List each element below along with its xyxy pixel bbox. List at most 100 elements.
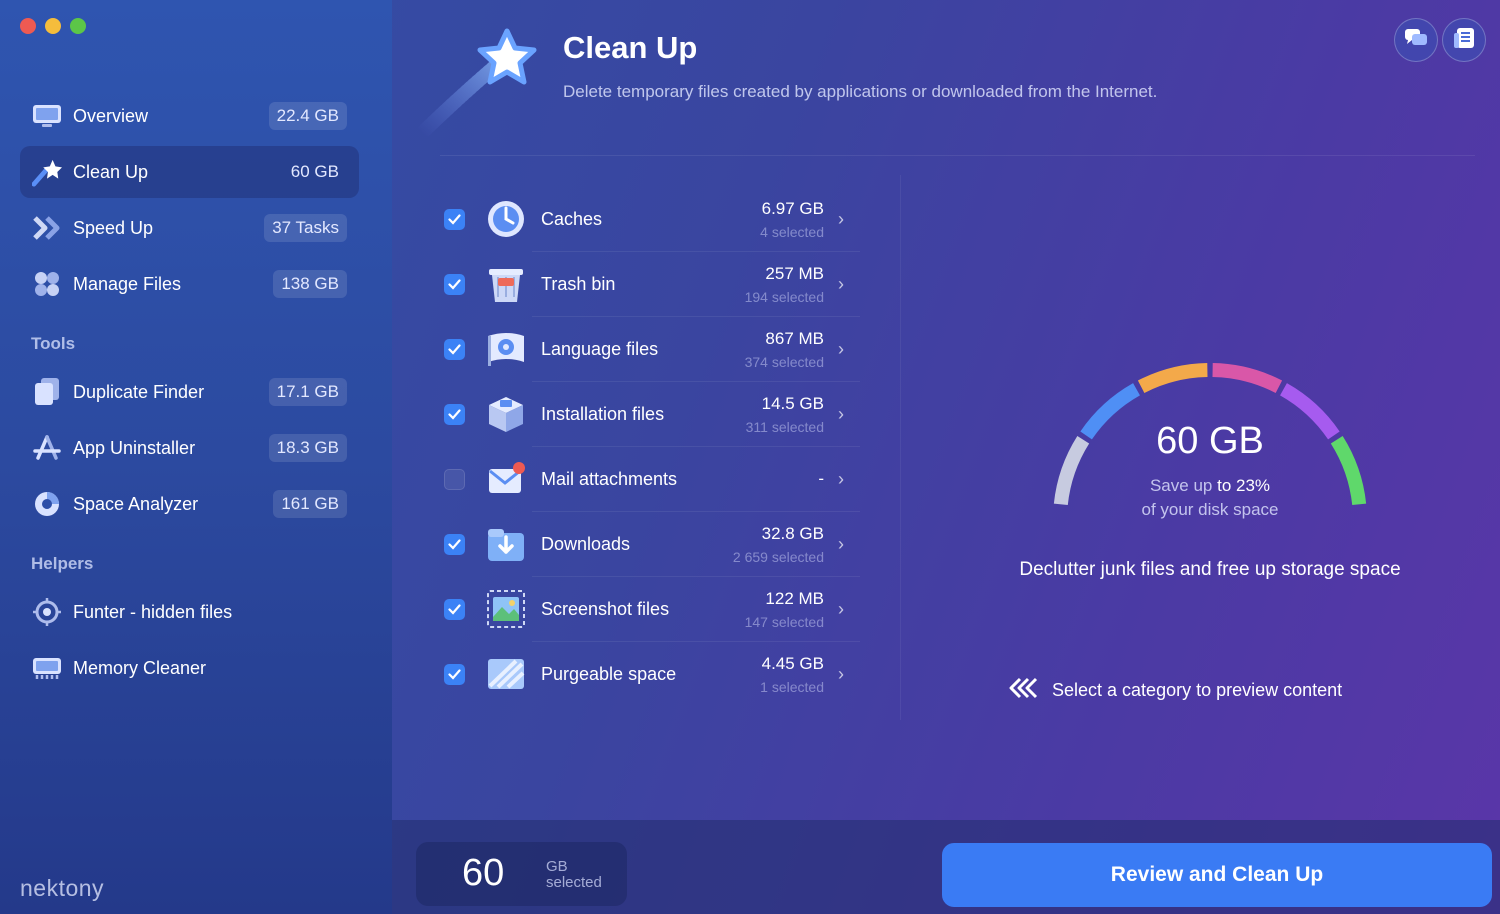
chevron-right-icon[interactable]: › — [838, 339, 848, 360]
purgeable-space-checkbox[interactable] — [444, 663, 465, 685]
sidebar-item-label: Memory Cleaner — [73, 657, 207, 678]
category-size: 14.5 GB 311 selected — [746, 394, 824, 435]
category-row-purgeable-space[interactable]: Purgeable space 4.45 GB 1 selected › — [440, 642, 860, 706]
chevron-right-icon[interactable]: › — [838, 274, 848, 295]
mail-icon — [485, 458, 527, 500]
selected-size-unit: GB selected — [546, 859, 602, 891]
downloads-checkbox[interactable] — [444, 533, 465, 555]
category-label: Purgeable space — [541, 663, 677, 684]
chevron-right-icon[interactable]: › — [838, 404, 848, 425]
chevron-right-icon[interactable]: › — [838, 664, 848, 685]
category-row-downloads[interactable]: Downloads 32.8 GB 2 659 selected › — [440, 512, 860, 576]
chevron-right-icon[interactable]: › — [838, 209, 848, 230]
category-size: 257 MB 194 selected — [745, 264, 824, 305]
sidebar-item-funter[interactable]: Funter - hidden files — [20, 586, 359, 638]
category-label: Language files — [541, 338, 659, 359]
gauge-segment — [1137, 363, 1208, 394]
category-label: Installation files — [541, 403, 665, 424]
sidebar-item-label: Space Analyzer — [73, 493, 199, 514]
category-label: Trash bin — [541, 273, 616, 294]
pie-chart-icon — [32, 489, 62, 519]
size-badge: 60 GB — [290, 162, 339, 181]
chat-bubbles-icon — [1404, 28, 1428, 53]
trash-bin-checkbox[interactable] — [444, 273, 465, 295]
category-selected-count: 1 selected — [760, 678, 824, 695]
selected-unit: GB — [546, 858, 568, 875]
sidebar-item-memory-cleaner[interactable]: Memory Cleaner — [20, 642, 359, 694]
close-window-button[interactable] — [20, 18, 36, 34]
helpers-section-title: Helpers — [31, 554, 94, 573]
sidebar: Overview 22.4 GB Clean Up 60 GB Speed Up… — [0, 0, 392, 914]
category-size: - — [818, 469, 824, 489]
sidebar-item-speed-up[interactable]: Speed Up 37 Tasks — [20, 202, 359, 254]
sidebar-item-app-uninstaller[interactable]: App Uninstaller 18.3 GB — [20, 422, 359, 474]
minimize-window-button[interactable] — [45, 18, 61, 34]
newspaper-icon — [1453, 27, 1475, 54]
sidebar-item-manage-files[interactable]: Manage Files 138 GB — [20, 258, 359, 310]
sidebar-item-clean-up[interactable]: Clean Up 60 GB — [20, 146, 359, 198]
installation-files-checkbox[interactable] — [444, 403, 465, 425]
category-size-value: 867 MB — [765, 328, 824, 348]
gauge-segment — [1212, 363, 1283, 394]
declutter-text: Declutter junk files and free up storage… — [1019, 559, 1401, 580]
category-size-value: 14.5 GB — [761, 393, 824, 413]
category-row-installation-files[interactable]: Installation files 14.5 GB 311 selected … — [440, 382, 860, 446]
category-row-mail-attachments[interactable]: Mail attachments - › — [440, 447, 860, 511]
category-row-screenshot-files[interactable]: Screenshot files 122 MB 147 selected › — [440, 577, 860, 641]
chevron-right-icon[interactable]: › — [838, 534, 848, 555]
language-flag-icon — [485, 328, 527, 370]
sidebar-item-label: Clean Up — [73, 161, 149, 182]
news-button[interactable] — [1442, 18, 1486, 62]
category-size: 4.45 GB 1 selected — [760, 654, 824, 695]
caches-checkbox[interactable] — [444, 208, 465, 230]
panel-divider — [900, 175, 901, 720]
language-files-checkbox[interactable] — [444, 338, 465, 360]
chevron-right-icon[interactable]: › — [838, 599, 848, 620]
category-label: Caches — [541, 208, 603, 229]
sidebar-item-label: Duplicate Finder — [73, 381, 205, 402]
category-selected-count: 4 selected — [760, 223, 824, 240]
window-controls — [20, 18, 86, 34]
size-badge: 138 GB — [273, 270, 347, 298]
purgeable-icon — [485, 653, 527, 695]
category-selected-count: 194 selected — [744, 288, 824, 305]
mail-attachments-checkbox[interactable] — [444, 468, 465, 490]
category-size-value: 32.8 GB — [761, 523, 824, 543]
chevron-right-icon[interactable]: › — [838, 469, 848, 490]
sidebar-item-duplicate-finder[interactable]: Duplicate Finder 17.1 GB — [20, 366, 359, 418]
category-selected-count: 311 selected — [745, 418, 824, 435]
tools-section-title: Tools — [31, 334, 76, 353]
downloads-icon — [485, 523, 527, 565]
category-selected-count: 2 659 selected — [732, 548, 824, 565]
category-size-value: 122 MB — [765, 588, 824, 608]
sidebar-item-overview[interactable]: Overview 22.4 GB — [20, 90, 359, 142]
zoom-window-button[interactable] — [70, 18, 86, 34]
category-selected-count: 147 selected — [744, 613, 824, 630]
selected-label: selected — [546, 874, 602, 891]
shooting-star-icon — [32, 157, 62, 187]
category-size-value: 4.45 GB — [761, 653, 824, 673]
speed-chevrons-icon — [32, 213, 62, 243]
category-row-trash-bin[interactable]: Trash bin 257 MB 194 selected › — [440, 252, 860, 316]
screenshot-files-checkbox[interactable] — [444, 598, 465, 620]
review-and-clean-up-button[interactable]: Review and Clean Up — [942, 843, 1492, 907]
screenshot-icon — [485, 588, 527, 630]
app-window: Overview 22.4 GB Clean Up 60 GB Speed Up… — [0, 0, 1500, 914]
sidebar-item-space-analyzer[interactable]: Space Analyzer 161 GB — [20, 478, 359, 530]
eye-target-icon — [32, 597, 62, 627]
monitor-icon — [32, 101, 62, 131]
double-chevron-left-icon — [1008, 677, 1040, 704]
page-title: Clean Up — [563, 30, 698, 65]
select-category-hint: Select a category to preview content — [1008, 677, 1342, 704]
category-label: Downloads — [541, 533, 631, 554]
size-badge: 161 GB — [273, 490, 347, 518]
category-row-caches[interactable]: Caches 6.97 GB 4 selected › — [440, 187, 860, 251]
feedback-button[interactable] — [1394, 18, 1438, 62]
trash-icon — [485, 263, 527, 305]
category-row-language-files[interactable]: Language files 867 MB 374 selected › — [440, 317, 860, 381]
category-label: Screenshot files — [541, 598, 670, 619]
duplicate-icon — [32, 377, 62, 407]
gauge-save-prefix: Save up — [1149, 476, 1213, 495]
sidebar-item-label: App Uninstaller — [73, 437, 196, 458]
category-size: 32.8 GB 2 659 selected — [733, 524, 824, 565]
